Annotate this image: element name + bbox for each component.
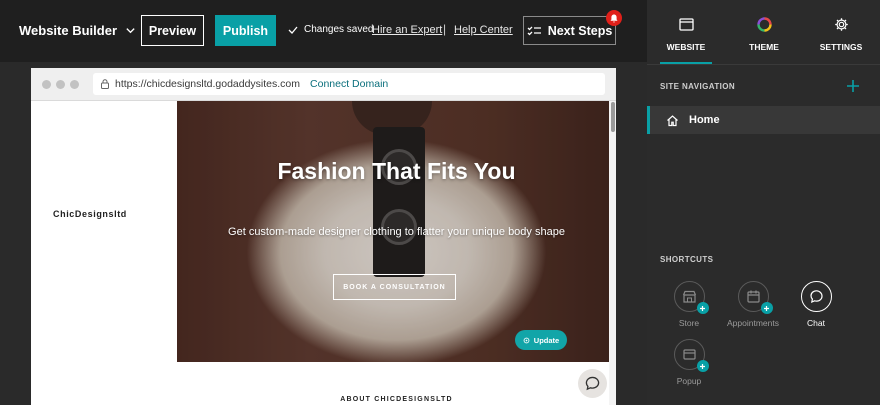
tab-theme-label: THEME — [749, 42, 779, 52]
checklist-icon — [527, 26, 541, 35]
shortcut-chat-label: Chat — [807, 318, 825, 328]
website-builder-menu[interactable]: Website Builder — [19, 23, 136, 38]
browser-window-icon — [678, 18, 694, 31]
book-consultation-button[interactable]: BOOK A CONSULTATION — [333, 274, 456, 300]
site-navigation-heading: SITE NAVIGATION — [660, 82, 736, 91]
preview-scrollbar-thumb[interactable] — [611, 102, 615, 132]
link-separator: | — [443, 22, 447, 36]
plus-icon — [700, 363, 705, 369]
shortcuts-heading: SHORTCUTS — [660, 255, 714, 264]
nav-item-home[interactable]: Home — [647, 106, 880, 134]
shortcut-popup-label: Popup — [676, 376, 702, 386]
hero-section[interactable]: Fashion That Fits You Get custom-made de… — [177, 101, 616, 362]
shortcut-appointments[interactable]: Appointments — [727, 281, 779, 328]
plus-icon — [764, 305, 769, 311]
shortcut-popup[interactable]: Popup — [664, 339, 714, 386]
add-badge — [760, 302, 773, 314]
top-bar: Website Builder Preview Publish Changes … — [0, 0, 647, 62]
about-section[interactable]: ABOUT CHICDESIGNSLTD — [177, 362, 616, 405]
save-status-label: Changes saved — [304, 24, 374, 35]
preview-scrollbar[interactable] — [609, 101, 616, 405]
chat-icon — [809, 290, 823, 303]
shortcut-popup-circle — [673, 339, 709, 372]
refresh-icon — [523, 337, 530, 343]
publish-button[interactable]: Publish — [215, 15, 276, 46]
tab-settings[interactable]: SETTINGS — [816, 0, 866, 64]
chat-bubble-icon — [585, 376, 600, 391]
hero-title: Fashion That Fits You — [277, 158, 516, 184]
panel-divider — [647, 64, 880, 65]
popup-icon — [682, 349, 696, 360]
next-steps-button[interactable]: Next Steps — [523, 16, 616, 45]
site-preview-frame: https://chicdesignsltd.godaddysites.com … — [31, 68, 616, 405]
hero-subtitle: Get custom-made designer clothing to fla… — [228, 226, 565, 238]
bell-icon — [610, 14, 618, 22]
about-title: ABOUT CHICDESIGNSLTD — [340, 396, 453, 403]
store-icon — [682, 290, 696, 303]
check-icon — [288, 26, 298, 34]
tab-settings-label: SETTINGS — [819, 42, 863, 52]
brand-label: Website Builder — [19, 23, 118, 38]
window-dot — [42, 80, 51, 89]
nav-item-home-label: Home — [689, 114, 720, 126]
help-center-link[interactable]: Help Center — [454, 24, 513, 36]
add-badge — [696, 360, 709, 372]
window-dot — [70, 80, 79, 89]
connect-domain-link[interactable]: Connect Domain — [310, 78, 388, 90]
shortcut-store-label: Store — [678, 318, 700, 328]
home-icon — [667, 114, 678, 126]
shortcut-appointments-label: Appointments — [727, 318, 779, 328]
shortcut-appointments-circle — [737, 281, 773, 314]
browser-bar: https://chicdesignsltd.godaddysites.com … — [31, 68, 616, 101]
gear-icon — [834, 18, 848, 31]
address-bar: https://chicdesignsltd.godaddysites.com … — [93, 73, 605, 95]
update-button[interactable]: Update — [515, 330, 567, 350]
tab-theme[interactable]: THEME — [740, 0, 788, 64]
preview-button[interactable]: Preview — [141, 15, 204, 46]
shortcut-store[interactable]: Store — [664, 281, 714, 328]
shortcut-chat-circle — [800, 281, 832, 312]
update-label: Update — [533, 335, 560, 345]
window-dot — [56, 80, 65, 89]
site-header-column[interactable]: ChicDesignsltd — [31, 101, 177, 405]
add-page-plus-icon[interactable] — [846, 79, 860, 93]
save-status: Changes saved — [288, 24, 374, 35]
tab-website-label: WEBSITE — [666, 42, 706, 52]
shortcut-chat[interactable]: Chat — [791, 281, 841, 328]
site-url: https://chicdesignsltd.godaddysites.com — [115, 78, 301, 90]
next-steps-label: Next Steps — [547, 23, 613, 38]
lock-icon — [101, 79, 109, 89]
color-wheel-icon — [756, 17, 772, 32]
calendar-icon — [746, 290, 760, 303]
plus-icon — [700, 305, 705, 311]
notification-bell-badge[interactable] — [606, 10, 622, 26]
tab-website[interactable]: WEBSITE — [660, 0, 712, 64]
chevron-down-icon — [126, 28, 135, 34]
site-logo[interactable]: ChicDesignsltd — [53, 209, 127, 219]
chat-widget-button[interactable] — [578, 369, 607, 398]
hire-expert-link[interactable]: Hire an Expert — [372, 24, 442, 36]
add-badge — [696, 302, 709, 314]
shortcut-store-circle — [673, 281, 709, 314]
